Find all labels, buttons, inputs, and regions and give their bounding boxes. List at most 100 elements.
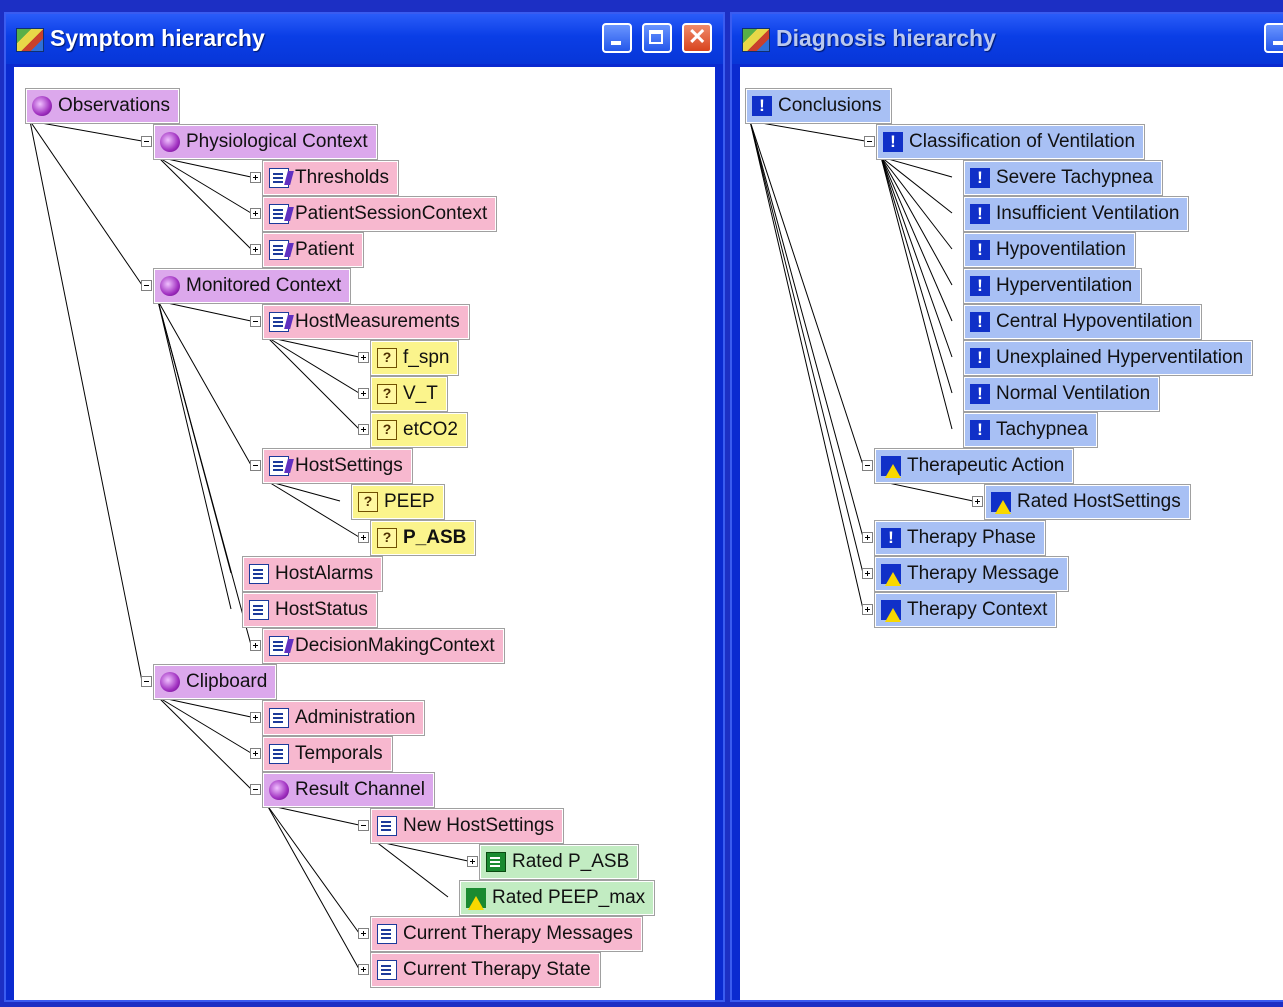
green-warning-icon xyxy=(466,888,486,910)
connector-line xyxy=(157,300,232,574)
diagnosis-tree: ! Conclusions! Classification of Ventilati… xyxy=(740,67,1283,1000)
tree-node[interactable]: Therapy Message xyxy=(873,556,1070,592)
ontology-icon xyxy=(32,96,52,116)
tree-node-label: Therapy Phase xyxy=(907,527,1036,548)
expand-icon[interactable] xyxy=(862,568,873,579)
tree-node[interactable]: Clipboard xyxy=(152,664,278,700)
ontology-icon xyxy=(160,132,180,152)
expand-icon[interactable] xyxy=(862,604,873,615)
collapse-icon[interactable] xyxy=(250,316,261,327)
tree-node[interactable]: ? PEEP xyxy=(351,484,445,520)
collapse-icon[interactable] xyxy=(864,136,875,147)
tree-node[interactable]: HostMeasurements xyxy=(262,304,470,340)
collapse-icon[interactable] xyxy=(250,460,261,471)
warning-icon xyxy=(881,456,901,478)
query-icon: ? xyxy=(377,348,397,368)
document-select-icon xyxy=(269,168,289,188)
expand-icon[interactable] xyxy=(358,352,369,363)
expand-icon[interactable] xyxy=(358,964,369,975)
tree-node[interactable]: Rated PEEP_max xyxy=(458,880,656,916)
minimize-button[interactable] xyxy=(1264,23,1283,53)
ontology-icon xyxy=(269,780,289,800)
connector-line xyxy=(157,696,252,718)
tree-node[interactable]: Physiological Context xyxy=(153,124,378,160)
expand-icon[interactable] xyxy=(250,640,261,651)
tree-node[interactable]: DecisionMakingContext xyxy=(262,628,505,664)
warning-icon xyxy=(881,564,901,586)
tree-node[interactable]: Current Therapy State xyxy=(370,952,601,988)
expand-icon[interactable] xyxy=(250,208,261,219)
collapse-icon[interactable] xyxy=(358,820,369,831)
tree-node[interactable]: ! Normal Ventilation xyxy=(962,376,1161,412)
query-icon: ? xyxy=(377,528,397,548)
tree-node[interactable]: Thresholds xyxy=(262,160,399,196)
tree-node[interactable]: ! Severe Tachypnea xyxy=(962,160,1164,196)
collapse-icon[interactable] xyxy=(141,136,152,147)
expand-icon[interactable] xyxy=(250,172,261,183)
expand-icon[interactable] xyxy=(358,424,369,435)
tree-node[interactable]: Observations xyxy=(25,88,180,124)
maximize-button[interactable] xyxy=(642,23,672,53)
tree-node[interactable]: Monitored Context xyxy=(152,268,352,304)
tree-node[interactable]: ! Tachypnea xyxy=(963,412,1098,448)
minimize-button[interactable] xyxy=(602,23,632,53)
collapse-icon[interactable] xyxy=(250,784,261,795)
document-icon xyxy=(377,924,397,944)
tree-node[interactable]: ? P_ASB xyxy=(369,520,477,556)
tree-node[interactable]: Current Therapy Messages xyxy=(370,916,643,952)
expand-icon[interactable] xyxy=(972,496,983,507)
collapse-icon[interactable] xyxy=(862,460,873,471)
expand-icon[interactable] xyxy=(250,748,261,759)
tree-node[interactable]: ? etCO2 xyxy=(370,412,468,448)
tree-node[interactable]: ! Unexplained Hyperventilation xyxy=(962,340,1254,376)
tree-node[interactable]: Temporals xyxy=(262,736,393,772)
expand-icon[interactable] xyxy=(862,532,873,543)
collapse-icon[interactable] xyxy=(141,676,152,687)
connector-line xyxy=(157,696,252,790)
title-bar[interactable]: Diagnosis hierarchy xyxy=(732,14,1283,64)
document-icon xyxy=(249,600,269,620)
exclamation-icon: ! xyxy=(970,348,990,368)
close-button[interactable] xyxy=(682,23,712,53)
tree-node[interactable]: Therapeutic Action xyxy=(873,448,1075,484)
document-icon xyxy=(269,708,289,728)
document-select-icon xyxy=(269,240,289,260)
tree-node-label: DecisionMakingContext xyxy=(295,635,495,656)
tree-node[interactable]: ! Central Hypoventilation xyxy=(962,304,1203,340)
tree-node[interactable]: Rated P_ASB xyxy=(478,844,640,880)
tree-node[interactable]: ! Hyperventilation xyxy=(962,268,1143,304)
tree-node[interactable]: ! Hypoventilation xyxy=(963,232,1136,268)
query-icon: ? xyxy=(358,492,378,512)
tree-node[interactable]: ! Therapy Phase xyxy=(874,520,1046,556)
tree-node[interactable]: ? V_T xyxy=(370,376,448,412)
expand-icon[interactable] xyxy=(250,244,261,255)
connector-line xyxy=(266,336,360,430)
expand-icon[interactable] xyxy=(358,388,369,399)
tree-node[interactable]: PatientSessionContext xyxy=(261,196,498,232)
tree-node[interactable]: ! Classification of Ventilation xyxy=(875,124,1146,160)
tree-node[interactable]: Therapy Context xyxy=(873,592,1058,628)
app-icon xyxy=(742,28,770,52)
connector-line xyxy=(266,804,360,934)
tree-node[interactable]: New HostSettings xyxy=(369,808,565,844)
expand-icon[interactable] xyxy=(358,928,369,939)
tree-node[interactable]: ! Conclusions xyxy=(745,88,892,124)
title-bar[interactable]: Symptom hierarchy xyxy=(6,14,723,64)
connector-line xyxy=(749,120,864,574)
collapse-icon[interactable] xyxy=(141,280,152,291)
tree-node[interactable]: ! Insufficient Ventilation xyxy=(962,196,1190,232)
tree-node[interactable]: Rated HostSettings xyxy=(984,484,1191,520)
document-icon xyxy=(377,816,397,836)
expand-icon[interactable] xyxy=(250,712,261,723)
tree-node[interactable]: Patient xyxy=(261,232,365,268)
tree-node[interactable]: HostSettings xyxy=(262,448,413,484)
connector-line xyxy=(878,480,974,502)
tree-node[interactable]: HostAlarms xyxy=(241,556,384,592)
tree-node[interactable]: ? f_spn xyxy=(369,340,460,376)
connector-line xyxy=(880,156,953,214)
expand-icon[interactable] xyxy=(467,856,478,867)
tree-node[interactable]: HostStatus xyxy=(242,592,378,628)
tree-node[interactable]: Administration xyxy=(261,700,426,736)
expand-icon[interactable] xyxy=(358,532,369,543)
tree-node[interactable]: Result Channel xyxy=(262,772,435,808)
